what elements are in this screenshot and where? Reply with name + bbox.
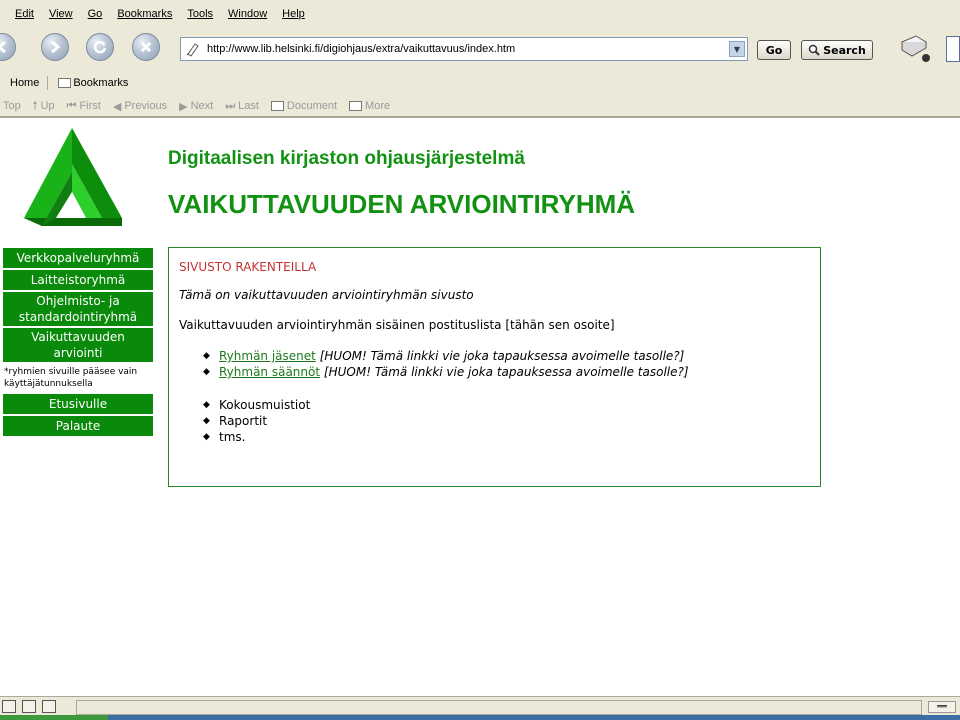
search-icon: [808, 44, 820, 56]
menu-bar: Edit View Go Bookmarks Tools Window Help: [0, 4, 305, 24]
forward-icon: [51, 40, 61, 54]
status-bar-icons: [2, 700, 56, 713]
composer-icon[interactable]: [22, 700, 36, 713]
sidebar-item-vaikuttavuuden-arviointi[interactable]: Vaikuttavuuden arviointi: [3, 328, 153, 362]
sidebar-nav: Verkkopalveluryhmä Laitteistoryhmä Ohjel…: [3, 248, 153, 438]
content-panel: SIVUSTO RAKENTEILLA Tämä on vaikuttavuud…: [168, 247, 821, 487]
site-nav-more[interactable]: More: [349, 100, 390, 112]
menu-window[interactable]: Window: [228, 8, 267, 20]
search-button[interactable]: Search: [801, 40, 873, 60]
list-item: Kokousmuistiot: [203, 397, 310, 413]
stop-button[interactable]: [132, 33, 160, 61]
more-folder-icon: [349, 101, 363, 111]
site-nav-first[interactable]: ⏮ First: [67, 100, 101, 113]
list-item: Ryhmän säännöt [HUOM! Tämä linkki vie jo…: [203, 364, 689, 380]
link-list: Ryhmän jäsenet [HUOM! Tämä linkki vie jo…: [203, 348, 689, 380]
reload-icon: [93, 40, 107, 54]
sidebar-item-verkkopalveluryhma[interactable]: Verkkopalveluryhmä: [3, 248, 153, 268]
list-item: Ryhmän jäsenet [HUOM! Tämä linkki vie jo…: [203, 348, 689, 364]
rules-link[interactable]: Ryhmän säännöt: [219, 365, 320, 379]
page-proxy-icon: [186, 43, 199, 57]
web-page: Digitaalisen kirjaston ohjausjärjestelmä…: [0, 118, 960, 696]
link-note: [HUOM! Tämä linkki vie joka tapauksessa …: [319, 349, 685, 363]
sidebar-item-laitteistoryhma[interactable]: Laitteistoryhmä: [3, 270, 153, 290]
toolbar-separator: [47, 76, 49, 90]
previous-icon: ◀: [112, 100, 122, 113]
status-panel: [76, 700, 922, 715]
site-nav-document[interactable]: Document: [270, 100, 337, 112]
first-icon: ⏮: [66, 99, 77, 112]
forward-button[interactable]: [41, 33, 69, 61]
members-link[interactable]: Ryhmän jäsenet: [219, 349, 316, 363]
address-text: http://www.lib.helsinki.fi/digiohjaus/ex…: [207, 43, 516, 55]
mail-icon[interactable]: [2, 700, 16, 713]
folder-icon: [58, 78, 72, 88]
impossible-triangle-logo: [24, 128, 122, 226]
menu-view[interactable]: View: [49, 8, 73, 20]
topic-list: Kokousmuistiot Raportit tms.: [203, 397, 310, 445]
menu-bookmarks[interactable]: Bookmarks: [117, 8, 172, 20]
up-arrow-icon: 🠕: [32, 99, 38, 112]
site-nav-top[interactable]: Top: [3, 100, 21, 112]
sidebar-item-ohjelmisto[interactable]: Ohjelmisto- ja standardointiryhmä: [3, 292, 153, 326]
bookmarks-folder[interactable]: Bookmarks: [58, 77, 128, 89]
last-icon: ⏭: [225, 99, 236, 112]
link-note: [HUOM! Tämä linkki vie joka tapauksessa …: [323, 365, 689, 379]
list-item: tms.: [203, 429, 310, 445]
site-nav-last[interactable]: ⏭ Last: [225, 100, 259, 113]
site-navigation-bar: Top 🠕 Up ⏮ First ◀ Previous ▶ Next ⏭ Last Doc…: [0, 97, 402, 115]
document-folder-icon: [270, 101, 284, 111]
reload-button[interactable]: [86, 33, 114, 61]
throbber-icon: [946, 36, 960, 62]
menu-go[interactable]: Go: [88, 8, 103, 20]
site-subtitle: Digitaalisen kirjaston ohjausjärjestelmä: [168, 148, 525, 169]
mailing-list-text: Vaikuttavuuden arviointiryhmän sisäinen …: [179, 318, 615, 332]
personal-toolbar: Home Bookmarks: [0, 74, 128, 92]
security-icon: ══: [928, 701, 956, 713]
address-bar[interactable]: http://www.lib.helsinki.fi/digiohjaus/ex…: [180, 37, 748, 61]
taskbar-strip: [0, 715, 960, 720]
next-icon: ▶: [179, 100, 188, 113]
intro-text: Tämä on vaikuttavuuden arviointiryhmän s…: [179, 288, 474, 302]
sidebar-item-etusivulle[interactable]: Etusivulle: [3, 394, 153, 414]
sidebar-login-note: *ryhmien sivuille pääsee vain käyttäjätu…: [4, 367, 138, 389]
site-nav-up[interactable]: 🠕 Up: [33, 97, 55, 116]
go-button[interactable]: Go: [757, 40, 791, 60]
page-title: VAIKUTTAVUUDEN ARVIOINTIRYHMÄ: [168, 189, 636, 219]
back-button[interactable]: [0, 33, 16, 61]
list-item: Raportit: [203, 413, 310, 429]
home-link[interactable]: Home: [10, 77, 39, 89]
back-icon: [0, 40, 6, 54]
address-book-icon[interactable]: [42, 700, 56, 713]
menu-tools[interactable]: Tools: [187, 8, 213, 20]
construction-notice: SIVUSTO RAKENTEILLA: [179, 260, 317, 274]
site-nav-previous[interactable]: ◀ Previous: [113, 100, 167, 113]
site-nav-next[interactable]: ▶ Next: [179, 100, 213, 113]
stop-icon: [140, 41, 152, 53]
sidebar-item-palaute[interactable]: Palaute: [3, 416, 153, 436]
menu-help[interactable]: Help: [282, 8, 305, 20]
address-dropdown-icon[interactable]: ▼: [729, 41, 745, 57]
start-button-edge: [0, 715, 108, 720]
navigation-toolbar: http://www.lib.helsinki.fi/digiohjaus/ex…: [0, 28, 960, 72]
menu-edit[interactable]: Edit: [15, 8, 34, 20]
print-icon[interactable]: [896, 32, 930, 64]
browser-chrome: Edit View Go Bookmarks Tools Window Help…: [0, 0, 960, 118]
